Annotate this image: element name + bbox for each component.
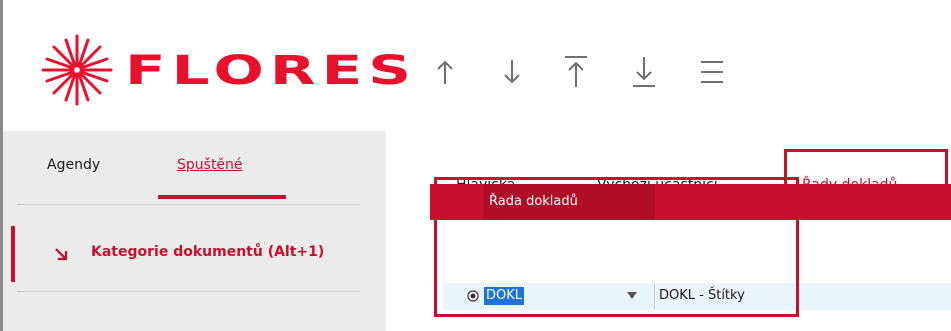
sidebar-tab-spustene[interactable]: Spuštěné [177,157,243,173]
logo-wordmark: FLORES [125,48,417,94]
arrow-top-icon[interactable] [563,54,589,90]
arrow-up-icon[interactable] [433,54,457,90]
grid-highlight-frame [434,177,799,317]
arrow-bottom-icon[interactable] [631,54,657,90]
active-tab-indicator [158,195,286,199]
menu-icon[interactable] [698,54,726,90]
sidebar-divider [17,291,360,292]
sidebar-divider [17,204,360,205]
app-header: FLORES [3,0,951,131]
sidebar: Agendy Spuštěné Kategorie dokumentů (Alt… [3,131,386,331]
sidebar-item-kategorie-dokumentu[interactable]: Kategorie dokumentů (Alt+1) [11,226,386,282]
flores-logo: FLORES [41,34,417,106]
selected-item-marker [11,226,15,282]
sidebar-tab-agendy[interactable]: Agendy [47,157,100,173]
sidebar-item-label: Kategorie dokumentů (Alt+1) [91,244,325,260]
arrow-down-icon[interactable] [500,54,524,90]
arrow-down-right-icon [55,248,68,261]
